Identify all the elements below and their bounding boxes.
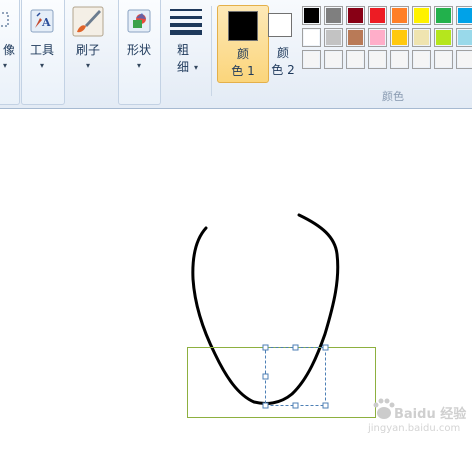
image-button[interactable]: 像 ▾ <box>0 0 16 100</box>
tools-icon: A <box>30 9 54 33</box>
shapes-button[interactable]: 形状 ▾ <box>118 0 160 100</box>
palette-swatch[interactable] <box>456 50 472 69</box>
ribbon: 像 ▾ A 工具 ▾ 刷子 ▾ 形状 ▾ 粗 细 ▾ 颜 色 1 颜 色 2 颜… <box>0 0 472 109</box>
color2-button[interactable]: 颜 色 2 <box>258 5 308 81</box>
brushes-button[interactable]: 刷子 ▾ <box>66 0 110 100</box>
palette-swatch[interactable] <box>302 50 321 69</box>
brushes-label: 刷子 <box>75 43 100 57</box>
palette-swatch[interactable] <box>368 50 387 69</box>
palette-swatch[interactable] <box>368 6 387 25</box>
palette-swatch[interactable] <box>346 6 365 25</box>
palette-swatch[interactable] <box>434 6 453 25</box>
brush-icon <box>72 6 104 37</box>
size-button[interactable]: 粗 细 ▾ <box>164 0 208 100</box>
palette-swatch[interactable] <box>412 28 431 47</box>
chevron-down-icon: ▾ <box>2 61 7 70</box>
chevron-down-icon: ▾ <box>136 61 141 70</box>
chevron-down-icon: ▾ <box>193 63 198 72</box>
svg-text:A: A <box>41 16 51 29</box>
palette-swatch[interactable] <box>324 6 343 25</box>
palette-swatch[interactable] <box>324 50 343 69</box>
palette-swatch[interactable] <box>302 6 321 25</box>
color1-swatch <box>228 11 258 41</box>
palette-swatch[interactable] <box>390 50 409 69</box>
palette-swatch[interactable] <box>324 28 343 47</box>
palette-swatch[interactable] <box>456 6 472 25</box>
palette-swatch[interactable] <box>390 28 409 47</box>
watermark-text: Baidu 经验 <box>394 407 467 422</box>
palette-swatch[interactable] <box>434 28 453 47</box>
colors-group-label: 颜色 <box>382 90 404 103</box>
color2-label: 颜 色 2 <box>271 46 295 77</box>
watermark-url: jingyan.baidu.com <box>368 423 461 434</box>
palette-swatch[interactable] <box>346 28 365 47</box>
palette-swatch[interactable] <box>390 6 409 25</box>
shapes-icon <box>127 9 151 33</box>
palette-swatch[interactable] <box>434 50 453 69</box>
chevron-down-icon: ▾ <box>39 61 44 70</box>
color2-swatch <box>268 13 292 37</box>
baidu-watermark: Baidu 经验 jingyan.baidu.com <box>366 393 470 439</box>
palette-swatch[interactable] <box>456 28 472 47</box>
palette-swatch[interactable] <box>412 6 431 25</box>
chevron-down-icon: ▾ <box>85 61 90 70</box>
palette-swatch[interactable] <box>302 28 321 47</box>
shapes-label: 形状 <box>126 43 151 57</box>
palette-swatch[interactable] <box>412 50 431 69</box>
select-icon <box>0 12 9 27</box>
color-palette <box>302 6 472 76</box>
line-width-icon <box>170 9 202 35</box>
paw-logo-icon <box>373 398 395 419</box>
tools-label: 工具 <box>29 43 54 57</box>
separator <box>211 6 212 96</box>
palette-swatch[interactable] <box>346 50 365 69</box>
tools-button[interactable]: A 工具 ▾ <box>21 0 63 100</box>
palette-swatch[interactable] <box>368 28 387 47</box>
